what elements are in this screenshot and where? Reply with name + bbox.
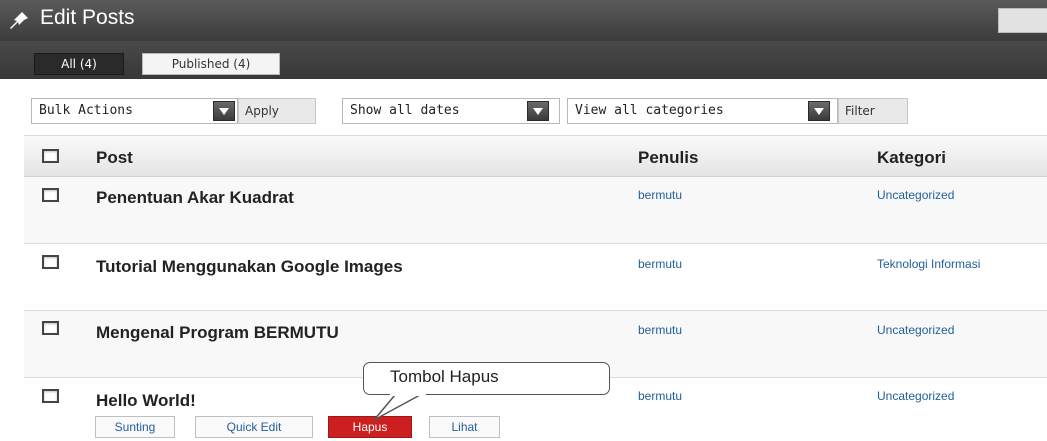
- author-link[interactable]: bermutu: [638, 323, 682, 337]
- column-header-post[interactable]: Post: [96, 148, 133, 168]
- author-link[interactable]: bermutu: [638, 188, 682, 202]
- dates-filter-select[interactable]: Show all dates: [342, 98, 560, 124]
- category-link[interactable]: Uncategorized: [877, 389, 954, 403]
- callout-pointer: [373, 391, 426, 421]
- category-link[interactable]: Uncategorized: [877, 323, 954, 337]
- author-link[interactable]: bermutu: [638, 257, 682, 271]
- chevron-down-icon: [527, 101, 549, 121]
- categories-filter-label: View all categories: [575, 103, 724, 118]
- post-title-link[interactable]: Mengenal Program BERMUTU: [96, 323, 339, 343]
- post-title-link[interactable]: Tutorial Menggunakan Google Images: [96, 257, 403, 277]
- chevron-down-icon: [808, 101, 830, 121]
- quick-edit-button[interactable]: Quick Edit: [195, 416, 313, 438]
- row-checkbox[interactable]: [42, 188, 59, 202]
- table-row: Penentuan Akar Kuadrat bermutu Uncategor…: [24, 177, 1047, 244]
- post-title-link[interactable]: Penentuan Akar Kuadrat: [96, 188, 294, 208]
- chevron-down-icon: [213, 101, 235, 121]
- title-bar: [0, 0, 1047, 41]
- table-row: Tutorial Menggunakan Google Images bermu…: [24, 244, 1047, 311]
- filter-button[interactable]: Filter: [838, 98, 908, 124]
- callout-text: Tombol Hapus: [390, 367, 499, 386]
- dates-filter-label: Show all dates: [350, 103, 460, 118]
- table-header: Post Penulis Kategori: [24, 135, 1047, 177]
- categories-filter-select[interactable]: View all categories: [567, 98, 838, 124]
- pin-icon: [10, 12, 28, 29]
- header-search-box[interactable]: [998, 8, 1047, 33]
- row-checkbox[interactable]: [42, 255, 59, 269]
- bulk-actions-label: Bulk Actions: [39, 103, 133, 118]
- tab-published[interactable]: Published (4): [142, 53, 280, 75]
- author-link[interactable]: bermutu: [638, 389, 682, 403]
- page-title: Edit Posts: [40, 6, 135, 29]
- select-all-checkbox[interactable]: [42, 149, 59, 163]
- tab-all[interactable]: All (4): [34, 53, 124, 75]
- edit-button[interactable]: Sunting: [95, 416, 175, 438]
- apply-button[interactable]: Apply: [238, 98, 316, 124]
- column-header-kategori[interactable]: Kategori: [877, 148, 946, 168]
- row-checkbox[interactable]: [42, 389, 59, 403]
- bulk-actions-select[interactable]: Bulk Actions: [31, 98, 238, 124]
- column-header-penulis[interactable]: Penulis: [638, 148, 698, 168]
- post-title-link[interactable]: Hello World!: [96, 391, 196, 411]
- row-checkbox[interactable]: [42, 321, 59, 335]
- category-link[interactable]: Uncategorized: [877, 188, 954, 202]
- category-link[interactable]: Teknologi Informasi: [877, 257, 980, 271]
